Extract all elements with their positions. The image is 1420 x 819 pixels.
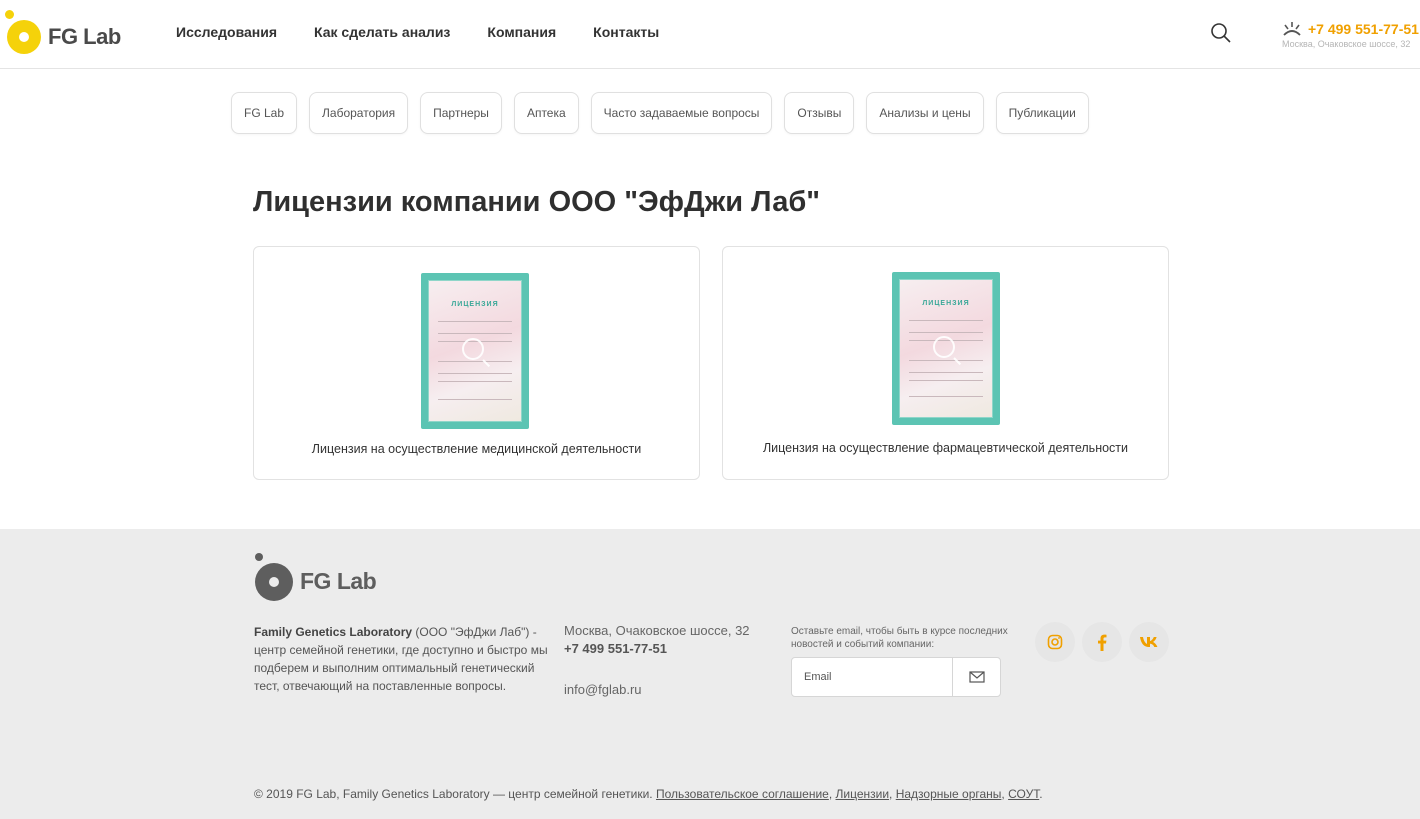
facebook-icon[interactable]	[1082, 622, 1122, 662]
footer-desc-bold: Family Genetics Laboratory	[254, 625, 413, 639]
footer-address: Москва, Очаковское шоссе, 32	[564, 623, 750, 638]
nav-item-contacts[interactable]: Контакты	[593, 24, 659, 40]
license-card-pharma[interactable]: ЛИЦЕНЗИЯ Лицензия на осуществление фарма…	[722, 246, 1169, 480]
link-licenses[interactable]: Лицензии	[836, 787, 890, 801]
subnav-laboratory[interactable]: Лаборатория	[309, 92, 409, 134]
footer-logo-circle-icon	[255, 563, 293, 601]
license-image[interactable]: ЛИЦЕНЗИЯ	[892, 272, 1000, 425]
footer: FG Lab Family Genetics Laboratory (ООО "…	[0, 529, 1420, 819]
subnav-faq[interactable]: Часто задаваемые вопросы	[590, 92, 773, 134]
subscribe-form	[791, 657, 1001, 697]
license-card-medical[interactable]: ЛИЦЕНЗИЯ Лицензия на осуществление медиц…	[253, 246, 700, 480]
vk-icon[interactable]	[1129, 622, 1169, 662]
logo-dot	[5, 10, 14, 19]
email-input[interactable]	[792, 658, 953, 696]
envelope-icon	[969, 671, 985, 683]
sun-icon	[1283, 22, 1301, 36]
footer-logo-dot	[255, 553, 263, 561]
footer-logo[interactable]: FG Lab	[253, 551, 393, 601]
logo[interactable]: FG Lab	[5, 10, 125, 56]
link-regulators[interactable]: Надзорные органы	[896, 787, 1002, 801]
main-nav: Исследования Как сделать анализ Компания…	[176, 24, 696, 40]
subnav-publications[interactable]: Публикации	[995, 92, 1089, 134]
footer-phone[interactable]: +7 499 551-77-51	[564, 641, 667, 656]
header-phone[interactable]: +7 499 551-77-51	[1308, 21, 1419, 37]
subnav-partners[interactable]: Партнеры	[420, 92, 502, 134]
copyright-text: © 2019 FG Lab, Family Genetics Laborator…	[254, 787, 653, 801]
nav-item-how-to[interactable]: Как сделать анализ	[314, 24, 450, 40]
link-user-agreement[interactable]: Пользовательское соглашение	[656, 787, 829, 801]
license-doc-title: ЛИЦЕНЗИЯ	[451, 301, 499, 308]
page-title: Лицензии компании ООО "ЭфДжи Лаб"	[253, 186, 821, 218]
instagram-icon[interactable]	[1035, 622, 1075, 662]
header: FG Lab Исследования Как сделать анализ К…	[0, 0, 1420, 69]
footer-description: Family Genetics Laboratory (ООО "ЭфДжи Л…	[254, 623, 554, 695]
footer-logo-text: FG Lab	[300, 568, 377, 594]
subscribe-button[interactable]	[952, 658, 1000, 696]
subnav-pharmacy[interactable]: Аптека	[513, 92, 579, 134]
license-caption: Лицензия на осуществление фармацевтическ…	[762, 441, 1129, 455]
copyright: © 2019 FG Lab, Family Genetics Laborator…	[254, 787, 1043, 801]
subscribe-text: Оставьте email, чтобы быть в курсе после…	[791, 626, 1008, 650]
nav-item-research[interactable]: Исследования	[176, 24, 277, 40]
footer-email-link[interactable]: info@fglab.ru	[564, 682, 642, 697]
logo-text: FG Lab	[48, 24, 121, 49]
link-sout[interactable]: СОУТ	[1008, 787, 1039, 801]
subnav-fglab[interactable]: FG Lab	[231, 92, 298, 134]
subnav-prices[interactable]: Анализы и цены	[866, 92, 984, 134]
zoom-icon	[933, 335, 955, 358]
header-address: Москва, Очаковское шоссе, 32	[1282, 39, 1411, 49]
sub-nav: FG Lab Лаборатория Партнеры Аптека Часто…	[231, 92, 1101, 134]
social-links	[1035, 622, 1176, 662]
license-caption: Лицензия на осуществление медицинской де…	[311, 442, 642, 456]
nav-item-company[interactable]: Компания	[487, 24, 556, 40]
subnav-reviews[interactable]: Отзывы	[784, 92, 855, 134]
logo-circle-icon	[7, 20, 41, 54]
license-doc-title: ЛИЦЕНЗИЯ	[922, 300, 970, 307]
search-icon[interactable]	[1210, 22, 1232, 44]
license-image[interactable]: ЛИЦЕНЗИЯ	[421, 273, 529, 429]
zoom-icon	[462, 338, 484, 360]
